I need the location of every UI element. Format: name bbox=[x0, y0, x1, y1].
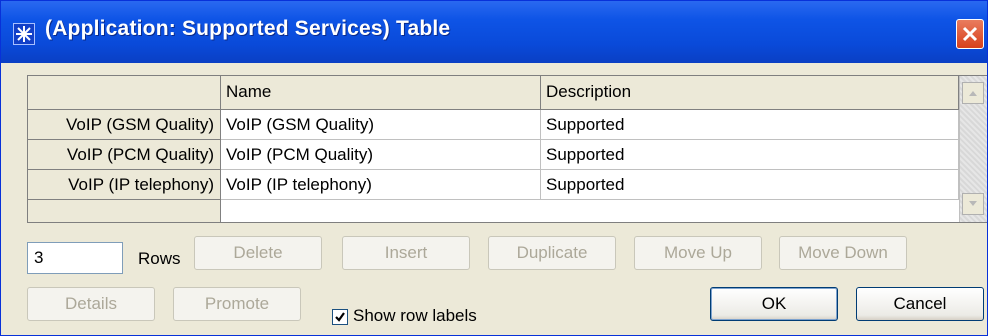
close-icon bbox=[962, 26, 978, 42]
column-header-name[interactable]: Name bbox=[221, 76, 541, 110]
move-up-button[interactable]: Move Up bbox=[634, 236, 762, 270]
table-cell-name[interactable]: VoIP (IP telephony) bbox=[221, 170, 541, 200]
table-cell-name[interactable]: VoIP (GSM Quality) bbox=[221, 110, 541, 140]
services-table[interactable]: Name Description VoIP (GSM Quality) VoIP… bbox=[27, 75, 987, 223]
row-label[interactable]: VoIP (PCM Quality) bbox=[28, 140, 221, 170]
move-down-button[interactable]: Move Down bbox=[779, 236, 907, 270]
checkmark-icon bbox=[335, 312, 345, 322]
row-label[interactable]: VoIP (GSM Quality) bbox=[28, 110, 221, 140]
show-row-labels-label[interactable]: Show row labels bbox=[353, 306, 477, 326]
details-button[interactable]: Details bbox=[27, 287, 155, 321]
arrow-down-icon bbox=[969, 201, 977, 206]
scroll-up-button[interactable] bbox=[962, 82, 984, 104]
table-cell-name[interactable]: VoIP (PCM Quality) bbox=[221, 140, 541, 170]
table-corner-header bbox=[28, 76, 221, 110]
app-star-icon bbox=[13, 23, 35, 45]
duplicate-button[interactable]: Duplicate bbox=[488, 236, 616, 270]
delete-button[interactable]: Delete bbox=[194, 236, 322, 270]
promote-button[interactable]: Promote bbox=[173, 287, 301, 321]
close-button[interactable] bbox=[956, 19, 984, 49]
column-header-description[interactable]: Description bbox=[541, 76, 959, 110]
empty-row-label bbox=[28, 200, 221, 222]
arrow-up-icon bbox=[969, 91, 977, 96]
rows-label: Rows bbox=[138, 249, 181, 268]
vertical-scrollbar[interactable] bbox=[959, 76, 987, 222]
cancel-button[interactable]: Cancel bbox=[856, 287, 984, 321]
rows-count-input[interactable]: 3 bbox=[27, 242, 123, 274]
dialog-window: (Application: Supported Services) Table … bbox=[0, 0, 988, 336]
title-bar[interactable]: (Application: Supported Services) Table bbox=[1, 1, 987, 63]
window-title: (Application: Supported Services) Table bbox=[45, 17, 451, 40]
table-cell-description[interactable]: Supported bbox=[541, 170, 959, 200]
row-label[interactable]: VoIP (IP telephony) bbox=[28, 170, 221, 200]
table-cell-description[interactable]: Supported bbox=[541, 140, 959, 170]
insert-button[interactable]: Insert bbox=[342, 236, 470, 270]
show-row-labels-checkbox[interactable] bbox=[332, 309, 348, 325]
table-cell-description[interactable]: Supported bbox=[541, 110, 959, 140]
ok-button[interactable]: OK bbox=[710, 287, 838, 321]
scroll-down-button[interactable] bbox=[962, 193, 984, 215]
